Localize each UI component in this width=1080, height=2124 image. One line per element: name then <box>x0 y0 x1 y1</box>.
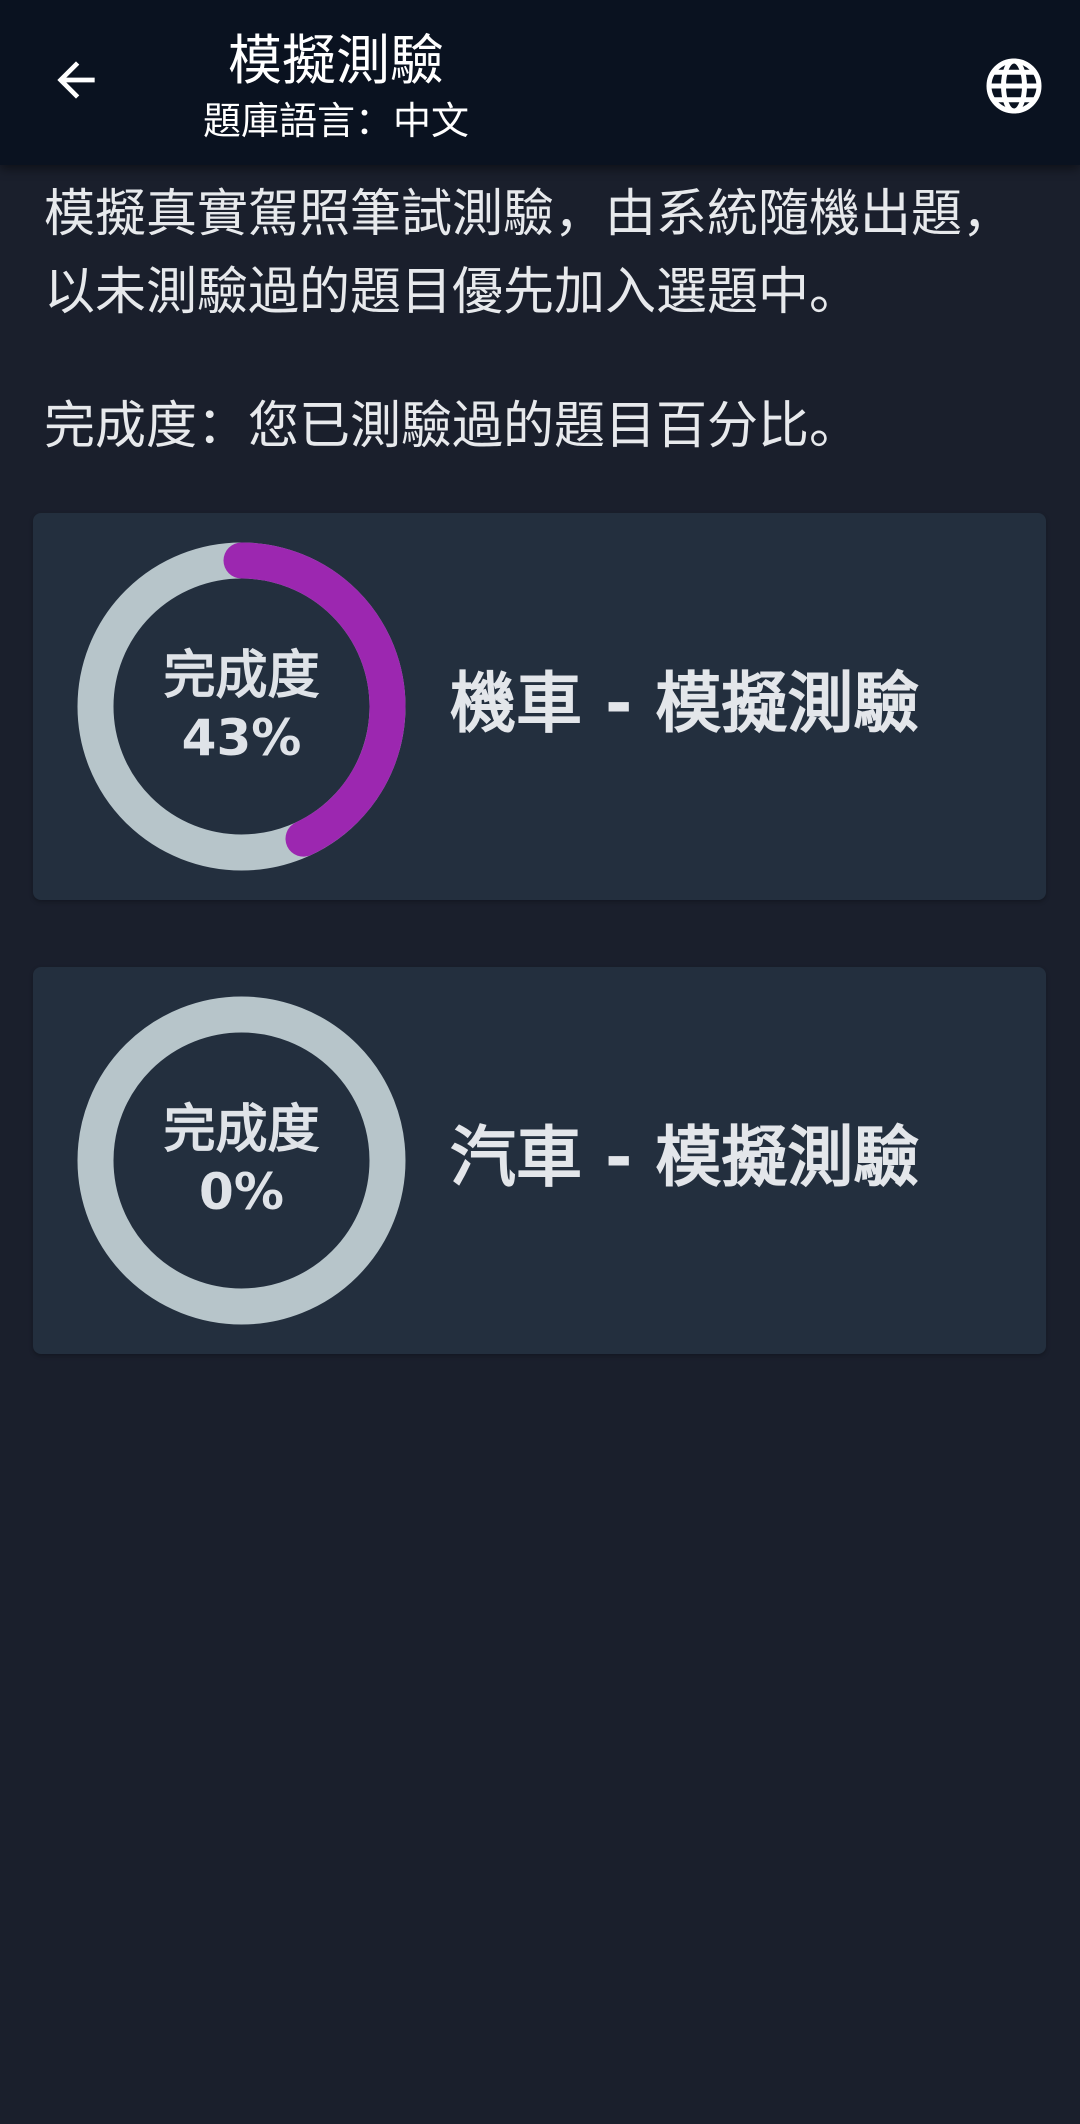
progress-text: 完成度 43% <box>75 540 408 873</box>
progress-label: 完成度 <box>163 645 320 706</box>
completion-explanation: 完成度：您已測驗過的題目百分比。 <box>44 397 861 456</box>
title-block: 模擬測驗 題庫語言：中文 <box>196 26 476 146</box>
card-title: 汽車 - 模擬測驗 <box>450 1119 920 1196</box>
globe-icon <box>984 56 1044 120</box>
app-bar: 模擬測驗 題庫語言：中文 <box>0 0 1080 165</box>
back-button[interactable] <box>36 42 116 122</box>
car-test-card[interactable]: 完成度 0% 汽車 - 模擬測驗 <box>33 967 1046 1354</box>
card-title: 機車 - 模擬測驗 <box>450 665 920 742</box>
language-button[interactable] <box>974 48 1054 128</box>
motorcycle-test-card[interactable]: 完成度 43% 機車 - 模擬測驗 <box>33 513 1046 900</box>
arrow-left-icon <box>48 52 104 112</box>
progress-label: 完成度 <box>163 1099 320 1160</box>
progress-text: 完成度 0% <box>75 994 408 1327</box>
page-title: 模擬測驗 <box>228 29 444 92</box>
description-text: 模擬真實駕照筆試測驗，由系統隨機出題，以未測驗過的題目優先加入選題中。 <box>44 185 1014 322</box>
description: 模擬真實駕照筆試測驗，由系統隨機出題，以未測驗過的題目優先加入選題中。 完成度：… <box>44 176 1044 466</box>
progress-percent: 43% <box>181 708 302 767</box>
progress-percent: 0% <box>199 1162 284 1221</box>
question-bank-language: 題庫語言：中文 <box>202 99 469 143</box>
